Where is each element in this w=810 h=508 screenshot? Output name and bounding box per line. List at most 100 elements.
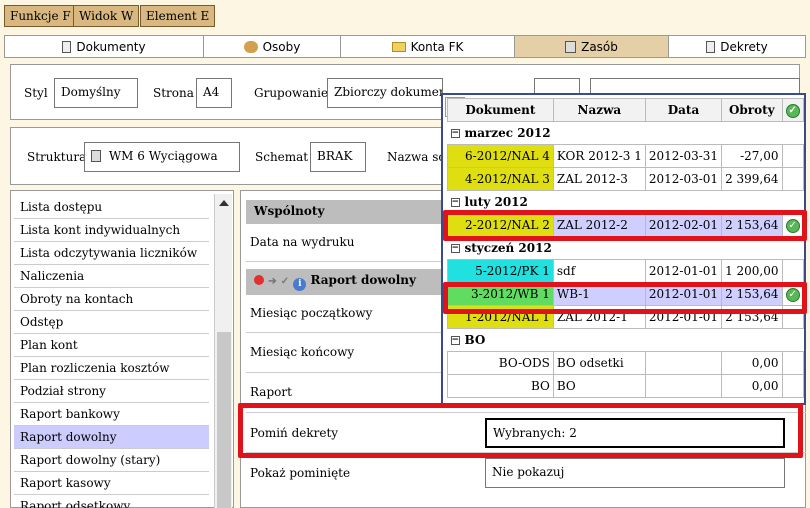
report-list-item[interactable]: Odstęp: [14, 311, 209, 334]
report-list-item[interactable]: Lista kont indywidualnych: [14, 219, 209, 242]
decree-row[interactable]: 5-2012/PK 1 sdf 2012-01-01 1 200,00: [447, 259, 804, 283]
ok-cell[interactable]: [781, 167, 804, 191]
obroty-cell: 2 153,64: [721, 305, 783, 329]
pomin-dekrety-field[interactable]: Wybranych: 2: [485, 418, 785, 448]
functions-menu-button[interactable]: Funkcje F: [4, 5, 77, 27]
info-icon[interactable]: i: [293, 278, 307, 291]
col-obroty[interactable]: Obroty: [721, 98, 783, 122]
scroll-up-icon[interactable]: [219, 200, 229, 206]
strona-field[interactable]: A4: [196, 78, 232, 108]
arrow-icon[interactable]: ➔: [268, 276, 276, 287]
group-row[interactable]: − styczeń 2012: [447, 236, 804, 260]
data-cell: 2012-03-31: [644, 144, 723, 168]
view-menu-button[interactable]: Widok W: [73, 5, 140, 27]
obroty-cell: 0,00: [721, 374, 783, 398]
col-dokument[interactable]: Dokument: [447, 98, 554, 122]
report-list-item[interactable]: Obroty na kontach: [14, 288, 209, 311]
report-list-item[interactable]: Lista odczytywania liczników: [14, 242, 209, 265]
tab-konta-fk[interactable]: Konta FK: [341, 36, 515, 57]
doc-cell: BO-ODS: [447, 351, 554, 375]
resource-icon: [565, 40, 577, 53]
schemat-field[interactable]: BRAK: [310, 142, 366, 172]
group-row[interactable]: − BO: [447, 328, 804, 352]
col-nazwa[interactable]: Nazwa: [552, 98, 646, 122]
decree-row[interactable]: 1-2012/NAL 1 ZAL 2012-1 2012-01-01 2 153,64: [447, 305, 804, 329]
ok-cell[interactable]: ✓: [781, 213, 804, 237]
building-icon: [91, 150, 101, 162]
strona-label: Strona: [153, 86, 194, 100]
miesiac-konc-label: Miesiąc końcowy: [250, 345, 355, 359]
collapse-icon[interactable]: −: [450, 336, 460, 345]
raport-label: Raport: [250, 385, 292, 399]
col-ok[interactable]: ✓: [781, 98, 804, 122]
data-cell: 2012-01-01: [644, 282, 723, 306]
ok-cell[interactable]: [781, 144, 804, 168]
group-name: luty 2012: [464, 195, 528, 209]
ok-cell[interactable]: [781, 351, 804, 375]
ok-cell[interactable]: [781, 259, 804, 283]
pomin-label: Pomiń dekrety: [250, 426, 339, 440]
data-cell: 2012-01-01: [644, 259, 723, 283]
report-list-item[interactable]: Plan rozliczenia kosztów: [14, 357, 209, 380]
decree-row[interactable]: BO BO 0,00: [447, 374, 804, 398]
styl-field[interactable]: Domyślny: [54, 78, 138, 108]
decree-row[interactable]: 4-2012/NAL 3 ZAL 2012-3 2012-03-01 2 399,64: [447, 167, 804, 191]
ok-cell[interactable]: [781, 305, 804, 329]
miesiac-pocz-label: Miesiąc początkowy: [250, 306, 373, 320]
doc-cell: 3-2012/WB 1: [447, 282, 554, 306]
obroty-cell: 2 153,64: [721, 213, 783, 237]
decree-row[interactable]: BO-ODS BO odsetki 0,00: [447, 351, 804, 375]
nazwa-cell: WB-1: [552, 282, 646, 306]
report-list-item[interactable]: Plan kont: [14, 334, 209, 357]
collapse-icon[interactable]: −: [450, 129, 460, 138]
pokaz-label: Pokaż pominięte: [250, 466, 351, 480]
tab-label: Osoby: [262, 39, 301, 54]
tab-osoby[interactable]: Osoby: [204, 36, 341, 57]
report-list-item[interactable]: Raport kasowy: [14, 472, 209, 495]
nazwa-cell: ZAL 2012-1: [552, 305, 646, 329]
decree-row[interactable]: 6-2012/NAL 4 KOR 2012-3 1 2012-03-31 -27,00: [447, 144, 804, 168]
doc-cell: BO: [447, 374, 554, 398]
tab-dokumenty[interactable]: Dokumenty: [5, 36, 204, 57]
data-cell: 2012-03-01: [644, 167, 723, 191]
doc-cell: 4-2012/NAL 3: [447, 167, 554, 191]
nazwa-cell: ZAL 2012-2: [552, 213, 646, 237]
ok-check-icon: ✓: [785, 104, 800, 118]
col-data[interactable]: Data: [644, 98, 723, 122]
doc-cell: 6-2012/NAL 4: [447, 144, 554, 168]
report-list-item[interactable]: Podział strony: [14, 380, 209, 403]
collapse-icon[interactable]: −: [450, 198, 460, 207]
ok-cell[interactable]: ✓: [781, 282, 804, 306]
decree-row[interactable]: 3-2012/WB 1 WB-1 2012-01-01 2 153,64 ✓: [447, 282, 804, 306]
decree-picker-popup: Dokument Nazwa Data Obroty ✓ − marzec 201…: [441, 93, 806, 405]
element-menu-button[interactable]: Element E: [140, 5, 216, 27]
tab-label: Konta FK: [410, 39, 464, 54]
report-list-scrollbar[interactable]: [214, 194, 232, 508]
report-list: Lista dostępu Lista kont indywidualnych Li…: [14, 196, 209, 508]
scroll-thumb[interactable]: [217, 332, 231, 508]
obroty-cell: 1 200,00: [721, 259, 783, 283]
report-list-item[interactable]: Raport odsetkowy: [14, 495, 209, 508]
tab-dekrety[interactable]: Dekrety: [669, 36, 805, 57]
grupowanie-field[interactable]: Zbiorczy dokument: [327, 78, 443, 108]
struktura-value: WM 6 Wyciągowa: [108, 149, 218, 163]
check-icon[interactable]: ✓: [281, 276, 289, 287]
group-row[interactable]: − marzec 2012: [447, 121, 804, 145]
data-cell: [644, 351, 723, 375]
folder-icon: [391, 41, 406, 52]
pokaz-pominiete-field[interactable]: Nie pokazuj: [485, 458, 785, 488]
collapse-icon[interactable]: −: [450, 244, 460, 253]
report-list-item[interactable]: Raport dowolny: [14, 426, 209, 449]
ok-cell[interactable]: [781, 374, 804, 398]
group-row[interactable]: − luty 2012: [447, 190, 804, 214]
report-list-item[interactable]: Raport bankowy: [14, 403, 209, 426]
group-name: BO: [464, 333, 486, 347]
struktura-field[interactable]: WM 6 Wyciągowa: [84, 142, 240, 172]
tab-zasob[interactable]: Zasób: [515, 36, 669, 57]
red-dot-icon[interactable]: [254, 275, 264, 285]
grupowanie-label: Grupowanie: [254, 86, 329, 100]
report-list-item[interactable]: Raport dowolny (stary): [14, 449, 209, 472]
report-list-item[interactable]: Naliczenia: [14, 265, 209, 288]
report-list-item[interactable]: Lista dostępu: [14, 196, 209, 219]
decree-row[interactable]: 2-2012/NAL 2 ZAL 2012-2 2012-02-01 2 153,64…: [447, 213, 804, 237]
